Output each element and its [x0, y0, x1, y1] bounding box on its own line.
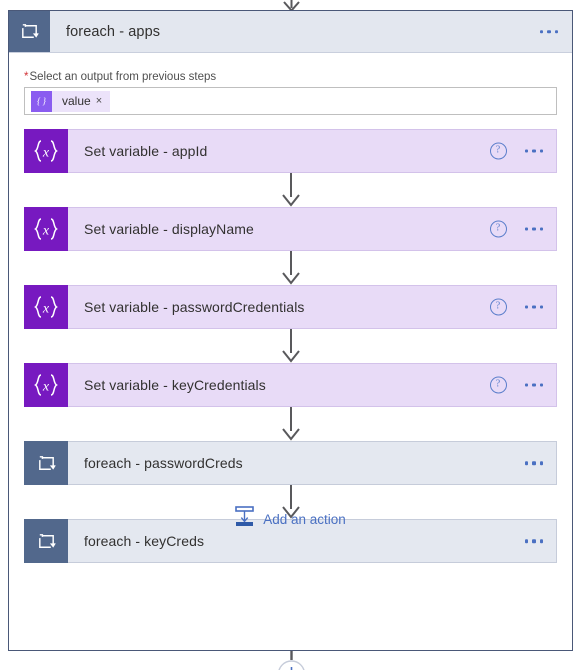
add-action-label: Add an action	[263, 511, 346, 527]
action-card[interactable]: x Set variable - displayName?	[24, 207, 557, 251]
menu-dot	[547, 29, 551, 34]
svg-text:x: x	[42, 224, 50, 239]
insert-action-icon	[235, 506, 255, 532]
step-connector	[9, 251, 572, 285]
output-token-input[interactable]: { } value ×	[24, 87, 557, 115]
remove-token-icon[interactable]: ×	[96, 95, 110, 107]
step-connector	[9, 329, 572, 363]
action-overflow-menu[interactable]	[524, 305, 543, 309]
set-variable-icon: x	[24, 129, 68, 173]
action-card-title: Set variable - appId	[84, 143, 208, 159]
scope-body: *Select an output from previous steps { …	[9, 53, 572, 563]
svg-text:x: x	[42, 380, 50, 395]
menu-dot	[532, 305, 536, 309]
help-icon[interactable]: ?	[489, 298, 507, 316]
scope-title: foreach - apps	[66, 23, 161, 40]
action-card-title: Set variable - keyCredentials	[84, 377, 266, 393]
foreach-scope-container: foreach - apps *Select an output from pr…	[8, 10, 573, 651]
action-overflow-menu[interactable]	[524, 461, 543, 465]
required-indicator: *	[24, 71, 29, 83]
set-variable-icon: x	[24, 363, 68, 407]
outgoing-connector	[0, 651, 583, 670]
action-card[interactable]: x Set variable - passwordCredentials?	[24, 285, 557, 329]
step-row: x Set variable - keyCredentials?	[24, 363, 557, 407]
action-card-controls: ?	[489, 220, 543, 238]
action-card-title: Set variable - displayName	[84, 221, 254, 237]
menu-dot	[532, 149, 536, 153]
value-token-chip[interactable]: { } value ×	[31, 90, 111, 112]
menu-dot	[539, 461, 543, 465]
menu-dot	[539, 227, 543, 231]
menu-dot	[539, 149, 543, 153]
add-action-container: Add an action	[9, 475, 572, 563]
set-variable-icon: x	[24, 285, 68, 329]
action-card-controls: ?	[489, 376, 543, 394]
svg-text:x: x	[42, 146, 50, 161]
action-card-title: Set variable - passwordCredentials	[84, 299, 305, 315]
action-overflow-menu[interactable]	[524, 149, 543, 153]
output-selector-field: *Select an output from previous steps { …	[9, 53, 572, 115]
action-overflow-menu[interactable]	[524, 227, 543, 231]
menu-dot	[532, 461, 536, 465]
action-card-controls: ?	[489, 142, 543, 160]
menu-dot	[532, 383, 536, 387]
menu-dot	[524, 305, 528, 309]
action-card[interactable]: x Set variable - appId?	[24, 129, 557, 173]
step-connector	[9, 173, 572, 207]
menu-dot	[539, 29, 543, 34]
action-card[interactable]: x Set variable - keyCredentials?	[24, 363, 557, 407]
step-row: x Set variable - appId?	[24, 129, 557, 173]
action-card-controls: ?	[489, 298, 543, 316]
step-connector	[9, 407, 572, 441]
scope-overflow-menu[interactable]	[539, 29, 558, 34]
loop-icon	[9, 11, 50, 52]
menu-dot	[554, 29, 558, 34]
scope-header[interactable]: foreach - apps	[9, 11, 572, 53]
token-label: value	[62, 94, 91, 108]
menu-dot	[539, 383, 543, 387]
menu-dot	[524, 461, 528, 465]
step-row: x Set variable - passwordCredentials?	[24, 285, 557, 329]
menu-dot	[524, 383, 528, 387]
help-icon[interactable]: ?	[489, 220, 507, 238]
help-icon[interactable]: ?	[489, 376, 507, 394]
menu-dot	[532, 227, 536, 231]
expression-icon: { }	[31, 90, 52, 112]
svg-text:x: x	[42, 302, 50, 317]
menu-dot	[539, 305, 543, 309]
action-overflow-menu[interactable]	[524, 383, 543, 387]
action-card-controls	[524, 461, 543, 465]
menu-dot	[524, 149, 528, 153]
help-icon[interactable]: ?	[489, 142, 507, 160]
field-label-text: Select an output from previous steps	[29, 71, 217, 83]
menu-dot	[524, 227, 528, 231]
add-action-button[interactable]: Add an action	[235, 506, 346, 532]
action-card-title: foreach - passwordCreds	[84, 455, 243, 471]
field-label: *Select an output from previous steps	[24, 71, 557, 83]
step-row: x Set variable - displayName?	[24, 207, 557, 251]
set-variable-icon: x	[24, 207, 68, 251]
